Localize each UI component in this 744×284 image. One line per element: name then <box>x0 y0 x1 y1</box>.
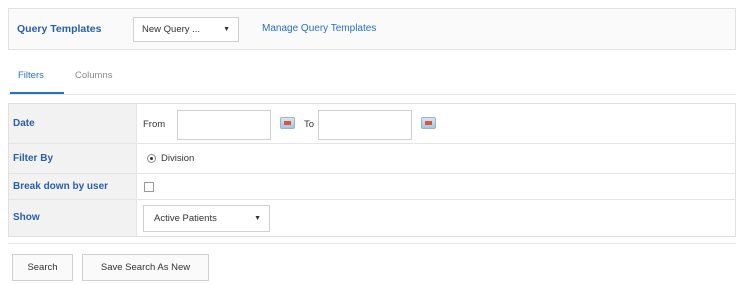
division-radio-label: Division <box>161 153 195 164</box>
tab-filters[interactable]: Filters <box>18 70 44 81</box>
manage-query-templates-link[interactable]: Manage Query Templates <box>262 23 376 34</box>
query-templates-label: Query Templates <box>17 23 102 35</box>
filters-panel: Date From To Filter By Division Break do… <box>8 103 736 237</box>
search-button[interactable]: Search <box>12 254 73 281</box>
show-select[interactable]: Active Patients ▼ <box>143 205 270 232</box>
division-radio[interactable] <box>147 154 156 163</box>
date-label: Date <box>13 118 35 129</box>
query-templates-bar: Query Templates New Query ... ▼ Manage Q… <box>8 8 736 50</box>
break-down-checkbox[interactable] <box>144 182 154 192</box>
date-row: Date From To <box>9 104 735 144</box>
chevron-down-icon: ▼ <box>254 215 261 222</box>
save-search-as-new-button[interactable]: Save Search As New <box>82 254 209 281</box>
break-down-row: Break down by user <box>9 174 735 200</box>
break-down-label: Break down by user <box>13 181 109 192</box>
from-label: From <box>143 119 166 130</box>
to-label: To <box>304 119 315 130</box>
calendar-icon[interactable] <box>421 117 436 129</box>
to-date-input[interactable] <box>318 110 412 140</box>
calendar-icon[interactable] <box>280 117 295 129</box>
filter-by-label: Filter By <box>13 153 54 164</box>
tab-bar: Filters Columns <box>8 60 736 95</box>
query-template-select[interactable]: New Query ... ▼ <box>133 17 239 42</box>
action-bar: Search Save Search As New <box>8 243 736 281</box>
query-template-select-value: New Query ... <box>142 24 201 35</box>
show-row: Show Active Patients ▼ <box>9 200 735 236</box>
from-date-input[interactable] <box>177 110 271 140</box>
filter-by-row: Filter By Division <box>9 144 735 174</box>
tab-columns[interactable]: Columns <box>75 70 113 81</box>
active-tab-indicator <box>10 92 64 94</box>
show-select-value: Active Patients <box>154 213 217 224</box>
chevron-down-icon: ▼ <box>223 26 230 33</box>
show-label: Show <box>13 212 40 223</box>
